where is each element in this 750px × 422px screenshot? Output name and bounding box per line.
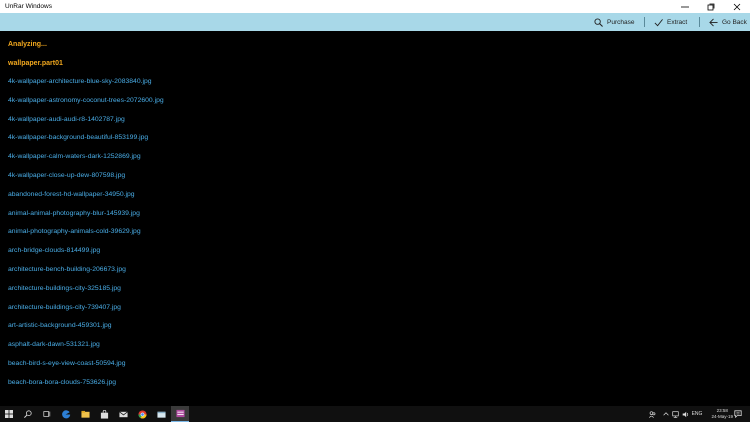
taskbar-app-store[interactable]	[95, 406, 113, 422]
go-back-label: Go Back	[722, 18, 747, 26]
window-controls	[672, 0, 750, 13]
minimize-button[interactable]	[672, 0, 698, 13]
close-icon	[733, 3, 741, 10]
archive-content-pane: Analyzing... wallpaper.part01 4k-wallpap…	[0, 31, 750, 406]
chevron-up-icon	[662, 412, 669, 416]
tray-people-button[interactable]	[647, 406, 657, 422]
extract-button[interactable]: Extract	[654, 13, 687, 31]
file-list-item[interactable]: abandoned-forest-hd-wallpaper-34950.jpg	[8, 191, 164, 210]
file-list-item[interactable]: asphalt-dark-dawn-531321.jpg	[8, 341, 164, 360]
people-icon	[648, 410, 655, 418]
purchase-button[interactable]: Purchase	[594, 13, 634, 31]
taskbar-app-edge[interactable]	[57, 406, 75, 422]
tray-network-button[interactable]	[671, 406, 680, 422]
file-list: 4k-wallpaper-architecture-blue-sky-20838…	[8, 78, 164, 398]
file-list-item[interactable]: 4k-wallpaper-architecture-blue-sky-20838…	[8, 78, 164, 97]
taskbar-app-pinned[interactable]	[152, 406, 170, 422]
taskbar-search-button[interactable]	[19, 406, 37, 422]
window-title: UnRar Windows	[5, 3, 52, 10]
file-list-item[interactable]: 4k-wallpaper-background-beautiful-853199…	[8, 134, 164, 153]
file-list-item[interactable]: beach-bora-bora-clouds-753626.jpg	[8, 379, 164, 398]
arrow-left-icon	[709, 18, 718, 26]
file-list-item[interactable]: art-artistic-background-459301.jpg	[8, 322, 164, 341]
minimize-icon	[681, 6, 689, 7]
file-list-item[interactable]: 4k-wallpaper-audi-audi-r8-1402787.jpg	[8, 116, 164, 135]
file-list-item[interactable]: architecture-bench-building-206673.jpg	[8, 266, 164, 285]
file-list-item[interactable]: 4k-wallpaper-close-up-dew-807598.jpg	[8, 172, 164, 191]
file-list-item[interactable]: 4k-wallpaper-calm-waters-dark-1252869.jp…	[8, 153, 164, 172]
maximize-button[interactable]	[698, 0, 724, 13]
file-list-item[interactable]: arch-bridge-clouds-814499.jpg	[8, 247, 164, 266]
file-list-item[interactable]: 4k-wallpaper-astronomy-coconut-trees-207…	[8, 97, 164, 116]
status-text: Analyzing...	[8, 41, 47, 48]
checkmark-icon	[654, 18, 663, 26]
search-icon	[24, 410, 32, 418]
taskbar-clock[interactable]: 23:58 24-May-19	[711, 408, 733, 420]
taskbar-app-explorer[interactable]	[76, 406, 94, 422]
action-center-button[interactable]	[733, 406, 743, 422]
task-view-icon	[43, 411, 51, 417]
start-button[interactable]	[0, 406, 18, 422]
mail-icon	[118, 411, 128, 417]
file-list-item[interactable]: animal-animal-photography-blur-145939.jp…	[8, 210, 164, 229]
store-bag-icon	[100, 409, 108, 419]
app-window-icon	[156, 411, 166, 418]
taskbar-app-unrar[interactable]	[171, 406, 189, 422]
close-button[interactable]	[724, 0, 750, 13]
file-list-item[interactable]: animal-photography-animals-cold-39629.jp…	[8, 228, 164, 247]
edge-browser-icon	[61, 409, 70, 418]
chrome-icon	[137, 409, 147, 419]
folder-icon	[80, 410, 90, 418]
language-indicator[interactable]: ENG	[690, 406, 704, 422]
extract-label: Extract	[667, 18, 688, 26]
taskbar: ENG 23:58 24-May-19	[0, 406, 750, 422]
go-back-button[interactable]: Go Back	[709, 13, 747, 31]
file-list-item[interactable]: beach-bird-s-eye-view-coast-50594.jpg	[8, 360, 164, 379]
taskbar-app-chrome[interactable]	[133, 406, 151, 422]
purchase-label: Purchase	[607, 18, 635, 26]
taskbar-app-mail[interactable]	[114, 406, 132, 422]
network-icon	[672, 410, 679, 418]
tray-volume-button[interactable]	[681, 406, 690, 422]
title-bar: UnRar Windows	[0, 0, 750, 13]
task-view-button[interactable]	[38, 406, 56, 422]
tray-overflow-button[interactable]	[661, 406, 670, 422]
file-list-item[interactable]: architecture-buildings-city-739407.jpg	[8, 304, 164, 323]
windows-logo-icon	[5, 410, 13, 418]
toolbar-divider	[699, 17, 700, 27]
notification-icon	[734, 410, 742, 418]
archive-name: wallpaper.part01	[8, 60, 63, 67]
clock-date: 24-May-19	[711, 414, 733, 419]
search-icon	[594, 17, 603, 27]
toolbar-divider	[644, 17, 645, 27]
archive-app-icon	[175, 409, 185, 418]
restore-icon	[707, 3, 715, 10]
file-list-item[interactable]: architecture-buildings-city-325185.jpg	[8, 285, 164, 304]
speaker-icon	[682, 411, 689, 417]
command-bar: Purchase Extract Go Back	[0, 13, 750, 31]
